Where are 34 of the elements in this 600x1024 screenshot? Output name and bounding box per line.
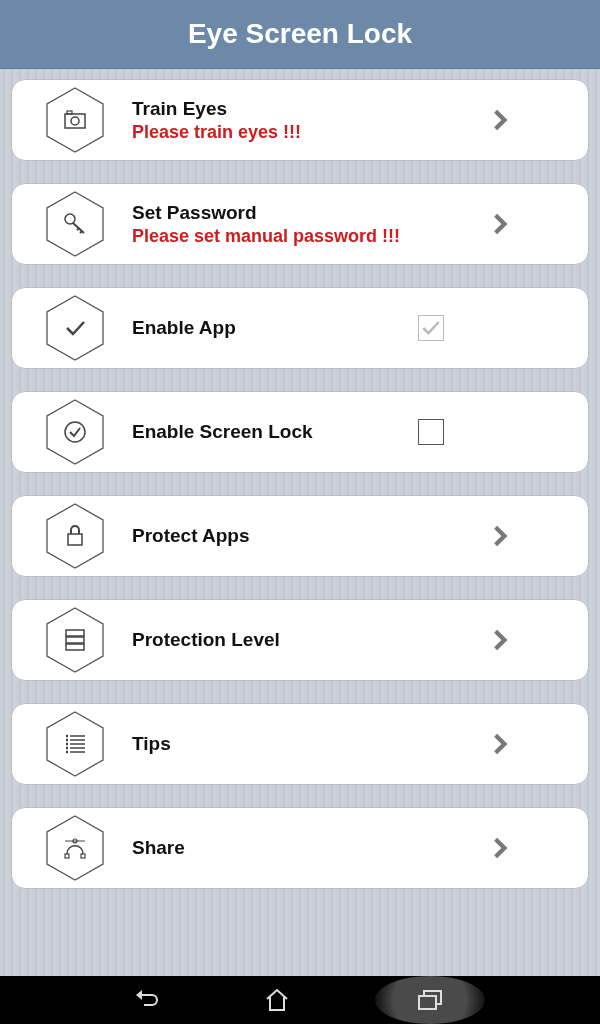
key-icon [46,191,104,257]
chevron-right-icon [492,628,508,652]
menu-label: Enable Screen Lock [132,421,314,443]
chevron-right-icon [492,212,508,236]
list-icon [46,711,104,777]
server-stack-icon [46,607,104,673]
menu-label: Protection Level [132,629,281,651]
menu-card[interactable]: Train Eyes Please train eyes !!! [11,79,589,161]
menu-card[interactable]: Tips [11,703,589,785]
home-icon [264,988,290,1012]
camera-icon [46,87,104,153]
padlock-icon [46,503,104,569]
menu-label: Tips [132,733,172,755]
menu-label: Protect Apps [132,525,251,547]
menu-label: Set Password [132,201,258,224]
app-title: Eye Screen Lock [187,18,413,50]
bezier-curve-icon [46,815,104,881]
menu-label: Enable App [132,317,237,339]
chevron-right-icon [492,108,508,132]
warning-text: Please set manual password !!! [132,225,402,247]
menu-card[interactable]: Share [11,807,589,889]
chevron-right-icon [492,836,508,860]
menu-card[interactable]: Protect Apps [11,495,589,577]
checkbox[interactable] [418,419,444,445]
chevron-right-icon [492,524,508,548]
warning-text: Please train eyes !!! [132,121,303,143]
menu-card[interactable]: Enable Screen Lock [11,391,589,473]
menu-label: Train Eyes [132,97,229,120]
menu-label: Share [132,837,186,859]
menu-card[interactable]: Protection Level [11,599,589,681]
checkmark-icon [46,295,104,361]
menu-card[interactable]: Set Password Please set manual password !!! [11,183,589,265]
chevron-right-icon [492,732,508,756]
overlapping-windows-icon [417,988,443,1012]
